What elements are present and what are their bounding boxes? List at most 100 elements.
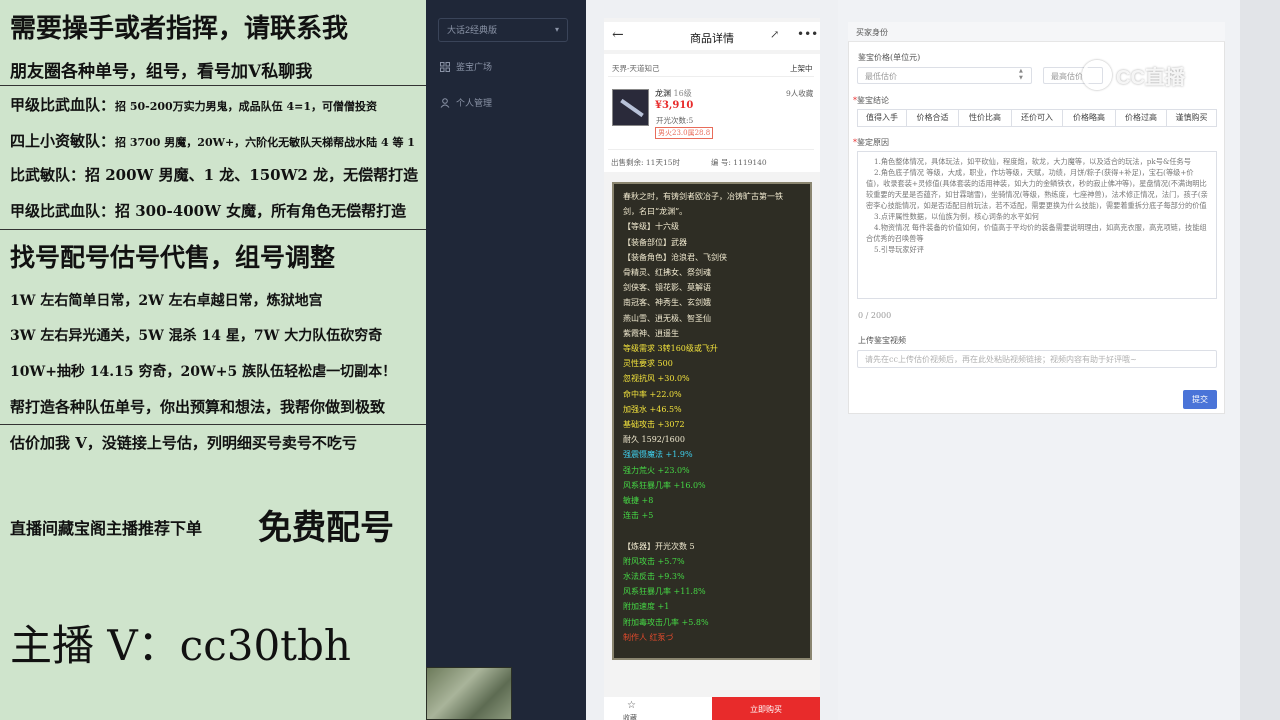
divider	[608, 149, 814, 150]
overlay-line: 甲级比武血队：招 50-200万实力男鬼，成品队伍 4=1，可僧僧投资	[10, 96, 378, 114]
tag-cautious[interactable]: 谨慎购买	[1166, 109, 1217, 127]
description-line: 附加毒攻击几率 +5.8%	[623, 617, 709, 627]
overlay-line: 3W 左右异光通关，5W 混杀 14 星，7W 大力队伍砍穷奇	[10, 328, 383, 344]
description-line: 敏捷 +8	[623, 496, 654, 506]
description-line: 强力荒火 +23.0%	[623, 465, 690, 475]
description-line: 春秋之时，有铸剑者欧冶子，冶铸旷古第一铁	[623, 192, 783, 201]
overlay-line: 估价加我 V，没链接上号估，列明细买号卖号不吃亏	[10, 434, 357, 452]
conclusion-label: *鉴宝结论	[853, 96, 889, 105]
overlay-line: 比武敏队：招 200W 男魔、1 龙、150W2 龙，无偿帮打造	[10, 166, 419, 184]
listing-status: 上架中	[790, 64, 813, 73]
description-line: 【等级】十六级	[623, 222, 679, 232]
description-line: 剑侠客、镜花影、莫解语	[623, 283, 711, 293]
min-price-input[interactable]: 最低估价	[857, 67, 1032, 84]
description-line: 耐久 1592/1600	[623, 435, 685, 445]
server-name: 天界-天道知己	[612, 64, 660, 73]
description-line: 附加速度 +1	[623, 602, 670, 612]
overlay-line: 直播间藏宝阁主播推荐下单	[10, 519, 203, 538]
attribute-tag: 男火23.0属28.8	[655, 127, 714, 139]
description-line: 等级需求 3转160级或飞升	[623, 344, 718, 354]
description-line	[623, 523, 801, 538]
description-line: 紫霞神、逍遥生	[623, 328, 679, 338]
chevron-down-icon: ▾	[554, 25, 559, 34]
overlay-line: 主播 V：cc30tbh	[10, 621, 351, 670]
reason-label: *鉴定原因	[853, 138, 889, 147]
item-image	[612, 89, 649, 126]
reason-paragraph: 2.角色底子情况 等级，大成，职业，作坊等级，天赋，功绩，月饼/粽子(获得+补足…	[866, 168, 1208, 210]
description-line: 剑，名曰“龙渊”。	[623, 207, 688, 217]
description-line: 风系狂暴几率 +11.8%	[623, 587, 706, 597]
video-label: 上传鉴宝视频	[858, 336, 906, 345]
form-section-title: 买家身份	[848, 22, 1225, 42]
user-icon	[440, 97, 450, 108]
serial-number: 编 号: 1119140	[711, 158, 767, 167]
item-name: 龙渊 16级	[655, 89, 692, 98]
tag-too-high[interactable]: 价格过高	[1115, 109, 1167, 127]
watermark: CC直播	[1082, 56, 1222, 94]
reason-paragraph: 5.引导玩家好评	[874, 245, 924, 254]
tag-good-value[interactable]: 性价比高	[958, 109, 1012, 127]
description-line: 强震慑魔法 +1.9%	[623, 450, 693, 460]
description-line: 命中率 +22.0%	[623, 389, 682, 399]
buy-now-button[interactable]: 立即购买	[712, 697, 820, 720]
phone-header: ← 商品详情 ↗ •••	[604, 22, 820, 50]
window-edge	[1240, 0, 1280, 720]
item-description: 春秋之时，有铸剑者欧冶子，冶铸旷古第一铁 剑，名曰“龙渊”。 【等级】十六级 【装备部…	[612, 182, 812, 660]
description-line: 附风攻击 +5.7%	[623, 556, 685, 566]
screen: 需要操手或者指挥，请联系我 朋友圈各种单号，组号，看号加V私聊我 甲级比武血队：…	[0, 0, 1280, 720]
video-link-input[interactable]: 请先在cc上传估价视频后，再在此处粘贴视频链接；视频内容有助于好评哦~	[857, 350, 1217, 368]
remaining-time: 出售剩余: 11天15时	[611, 158, 680, 167]
sidebar-item-square[interactable]: 鉴宝广场	[440, 60, 492, 73]
sidebar: 大话2经典版 ▾ 鉴宝广场 个人管理	[426, 0, 586, 720]
description-line: 基础攻击 +3072	[623, 420, 685, 430]
description-line: 风系狂暴几率 +16.0%	[623, 480, 706, 490]
grid-icon	[440, 61, 450, 72]
share-icon[interactable]: ↗	[770, 28, 779, 41]
description-line: 【装备角色】沧浪君、飞剑侠	[623, 252, 727, 262]
description-line: 燕山雪、逍无极、智圣仙	[623, 313, 711, 323]
tag-slightly-high[interactable]: 价格略高	[1062, 109, 1116, 127]
submit-button[interactable]: 提交	[1183, 390, 1217, 409]
reason-paragraph: 1.角色整体情况，具体玩法，如平砍仙，程度炮，软龙，大力魔等，以及适合的玩法，p…	[874, 157, 1191, 166]
overlay-line: 四上小资敏队：招 3700 男魔，20W+，六阶化无敏队天梯帮战水陆 4 等 1	[10, 132, 415, 150]
description-line: 【装备部位】武器	[623, 237, 687, 247]
page-title: 商品详情	[690, 32, 734, 45]
overlay-line: 10W+抽秒 14.15 穷奇，20W+5 族队伍轻松虐一切副本！	[10, 364, 397, 380]
overlay-line: 朋友圈各种单号，组号，看号加V私聊我	[10, 62, 313, 82]
overlay-line: 帮打造各种队伍单号，你出预算和想法，我帮你做到极致	[10, 398, 386, 416]
description-line: 南冠客、神秀生、玄剑娥	[623, 298, 711, 308]
more-icon[interactable]: •••	[797, 27, 818, 41]
description-line: 制作人 红泵づ	[623, 632, 674, 642]
overlay-line: 1W 左右简单日常，2W 左右卓越日常，炼狱地宫	[10, 293, 323, 309]
char-counter: 0 / 2000	[858, 311, 892, 320]
divider	[608, 76, 814, 77]
version-select[interactable]: 大话2经典版 ▾	[438, 18, 568, 42]
divider	[0, 85, 426, 86]
reason-paragraph: 3.点评属性数据，以仙族为例，核心词条的水平如何	[874, 212, 1039, 221]
description-line: 忽视抗风 +30.0%	[623, 374, 690, 384]
overlay-line: 甲级比武血队：招 300-400W 女魔，所有角色无偿帮打造	[10, 202, 407, 220]
overlay-line: 需要操手或者指挥，请联系我	[10, 14, 349, 44]
favorite-label: 收藏	[623, 714, 637, 720]
sidebar-item-personal[interactable]: 个人管理	[440, 96, 492, 109]
reason-paragraph: 4.物资情况 每件装备的价值如何，价值高于平均价的装备需要说明理由，如高克衣服，…	[866, 223, 1207, 243]
tag-price-fair[interactable]: 价格合适	[906, 109, 959, 127]
divider	[0, 424, 426, 425]
cc-logo-icon	[1082, 60, 1112, 90]
price-label: 鉴宝价格(单位元)	[858, 53, 921, 62]
description-line: 骨精灵、红拂女、祭剑魂	[623, 268, 711, 278]
item-price: ¥3,910	[655, 100, 694, 111]
reason-textarea[interactable]: 1.角色整体情况，具体玩法，如平砍仙，程度炮，软龙，大力魔等，以及适合的玩法，p…	[857, 151, 1217, 299]
game-camera-thumbnail	[426, 667, 512, 720]
overlay-line: 找号配号估号代售，组号调整	[10, 243, 336, 272]
overlay-line: 免费配号	[258, 508, 394, 548]
stepper-icon[interactable]: ▲ ▼	[1019, 68, 1023, 82]
stream-overlay: 需要操手或者指挥，请联系我 朋友圈各种单号，组号，看号加V私聊我 甲级比武血队：…	[0, 0, 426, 720]
description-line: 连击 +5	[623, 511, 654, 521]
open-count: 开光次数:5	[656, 116, 694, 125]
tag-bargain[interactable]: 还价可入	[1011, 109, 1063, 127]
tag-worth-buying[interactable]: 值得入手	[857, 109, 907, 127]
divider	[0, 229, 426, 230]
favorite-count: 9人收藏	[786, 89, 814, 98]
star-icon[interactable]: ☆	[627, 700, 636, 711]
